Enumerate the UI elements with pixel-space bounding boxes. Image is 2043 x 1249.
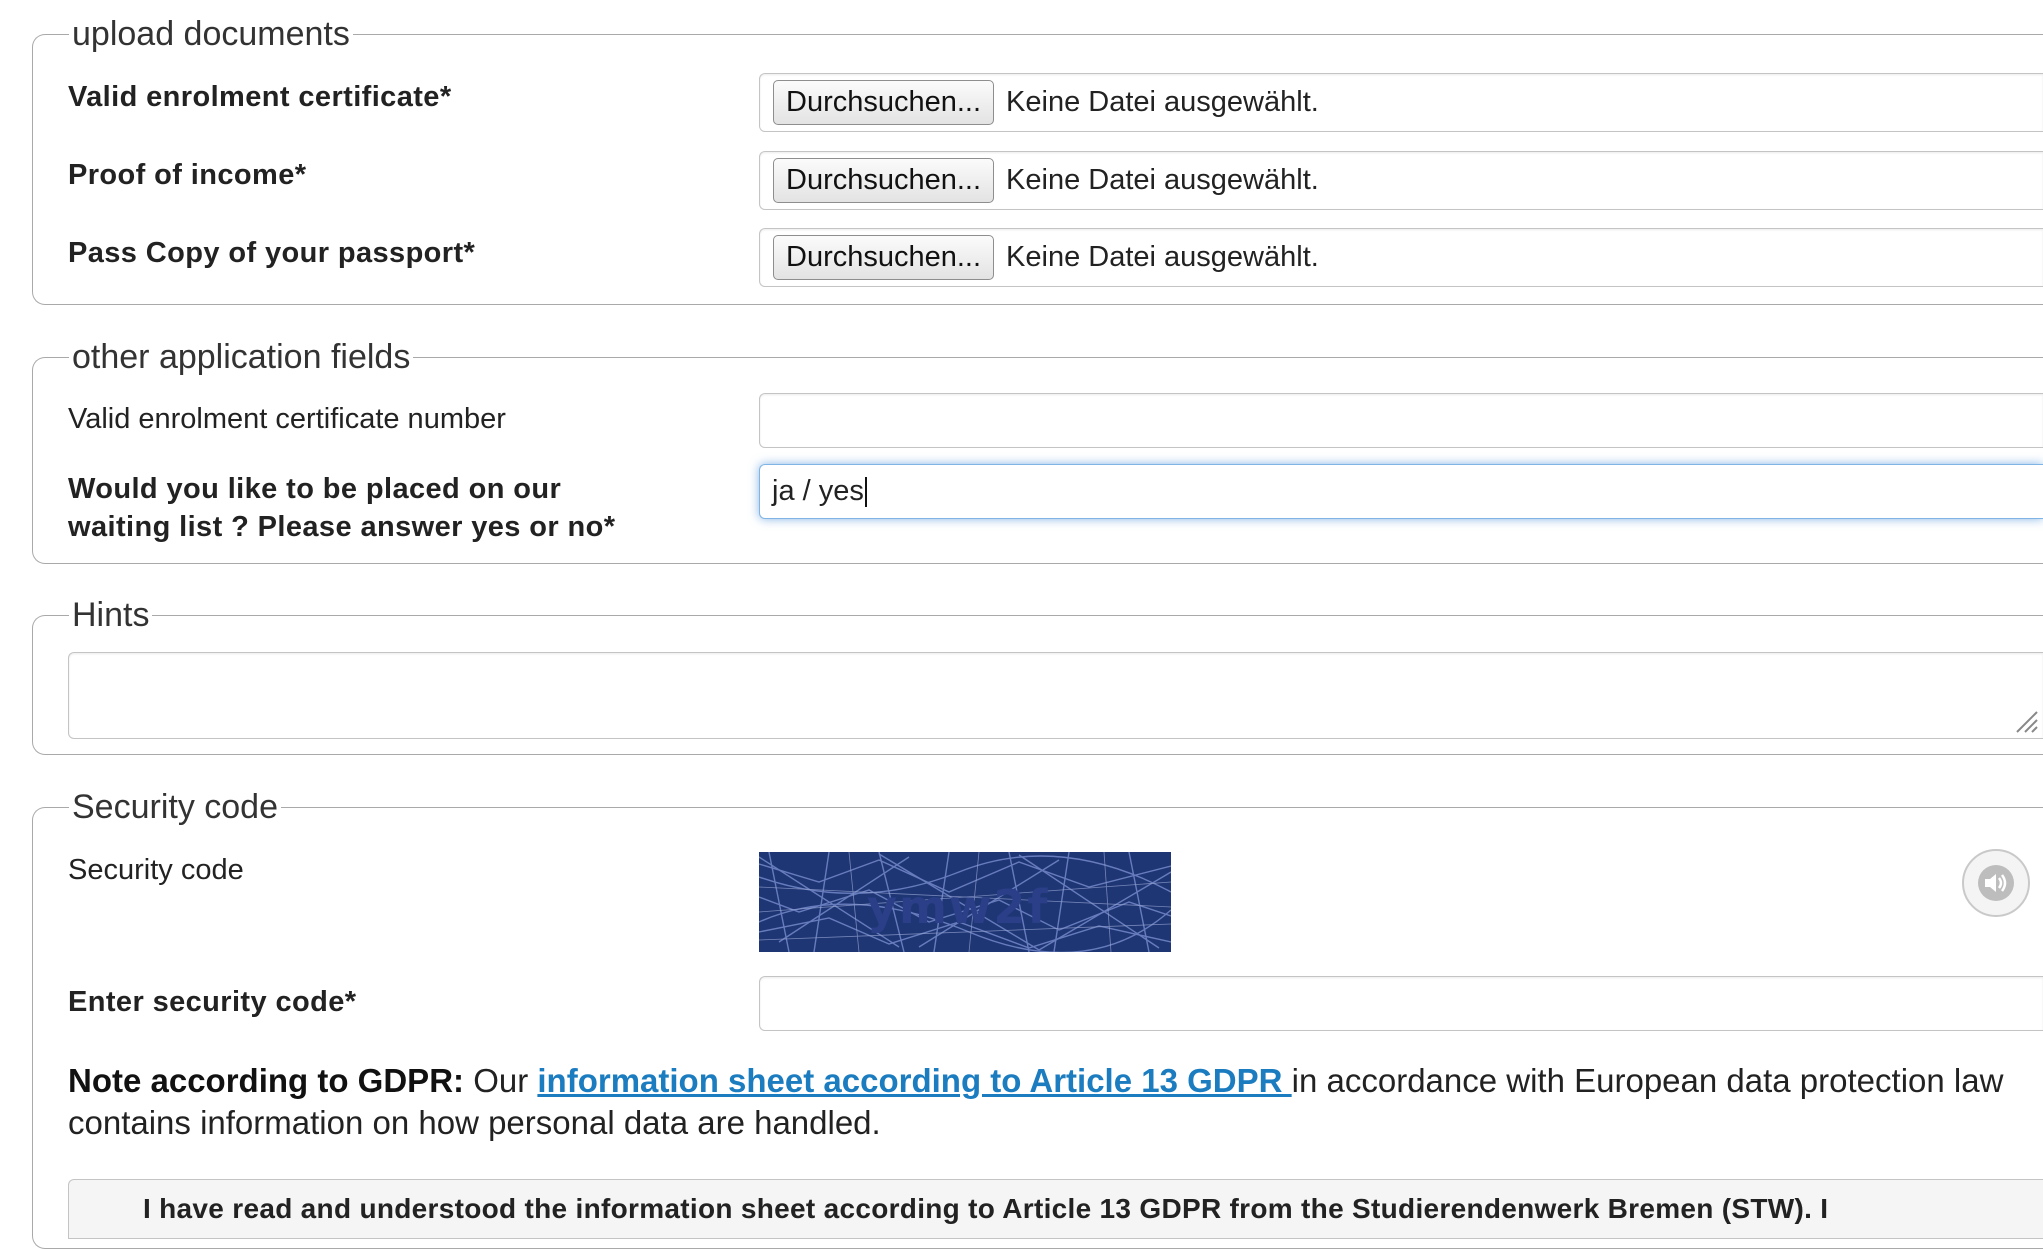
enrolment-certificate-label: Valid enrolment certificate* xyxy=(68,81,452,113)
hints-textarea[interactable] xyxy=(68,652,2043,739)
proof-of-income-browse-button[interactable]: Durchsuchen... xyxy=(773,158,995,203)
speaker-icon xyxy=(1978,865,2014,901)
hints-legend: Hints xyxy=(72,596,150,634)
passport-copy-label: Pass Copy of your passport* xyxy=(68,237,476,269)
proof-of-income-file-status: Keine Datei ausgewählt. xyxy=(1006,164,1319,196)
enrolment-certificate-browse-button[interactable]: Durchsuchen... xyxy=(773,80,995,125)
enter-security-code-label: Enter security code* xyxy=(68,986,357,1018)
passport-copy-file-status: Keine Datei ausgewählt. xyxy=(1006,241,1319,273)
captcha-text: ymw2f xyxy=(867,880,1050,934)
gdpr-consent-text: I have read and understood the informati… xyxy=(143,1193,1829,1224)
captcha-image: ymw2f xyxy=(759,852,1171,952)
security-code-input[interactable] xyxy=(759,976,2043,1031)
enrolment-certificate-file-status: Keine Datei ausgewählt. xyxy=(1006,86,1319,118)
passport-copy-file-input[interactable]: Durchsuchen... Keine Datei ausgewählt. xyxy=(759,228,2043,287)
enrolment-number-input[interactable] xyxy=(759,393,2043,448)
passport-copy-browse-button[interactable]: Durchsuchen... xyxy=(773,235,995,280)
resize-grip-icon[interactable] xyxy=(2011,706,2039,734)
captcha-label: Security code xyxy=(68,854,244,886)
waiting-list-input-value: ja / yes xyxy=(772,475,864,507)
security-code-legend: Security code xyxy=(72,788,278,826)
gdpr-consent-box[interactable]: I have read and understood the informati… xyxy=(68,1179,2043,1239)
waiting-list-label-line2: waiting list ? Please answer yes or no* xyxy=(68,511,616,543)
proof-of-income-file-input[interactable]: Durchsuchen... Keine Datei ausgewählt. xyxy=(759,151,2043,210)
enrolment-number-label: Valid enrolment certificate number xyxy=(68,403,506,435)
gdpr-note: Note according to GDPR: Our information … xyxy=(68,1060,2018,1144)
audio-captcha-button[interactable] xyxy=(1962,849,2030,917)
proof-of-income-label: Proof of income* xyxy=(68,159,307,191)
upload-documents-legend: upload documents xyxy=(72,15,350,53)
other-application-fields-legend: other application fields xyxy=(72,338,411,376)
text-caret xyxy=(864,476,867,507)
waiting-list-label-line1: Would you like to be placed on our xyxy=(68,473,562,505)
waiting-list-input[interactable]: ja / yes xyxy=(759,464,2043,519)
gdpr-information-sheet-link[interactable]: information sheet according to Article 1… xyxy=(537,1062,1291,1099)
gdpr-note-prefix: Note according to GDPR: xyxy=(68,1062,465,1099)
gdpr-text-before-link: Our xyxy=(464,1062,538,1099)
enrolment-certificate-file-input[interactable]: Durchsuchen... Keine Datei ausgewählt. xyxy=(759,73,2043,132)
